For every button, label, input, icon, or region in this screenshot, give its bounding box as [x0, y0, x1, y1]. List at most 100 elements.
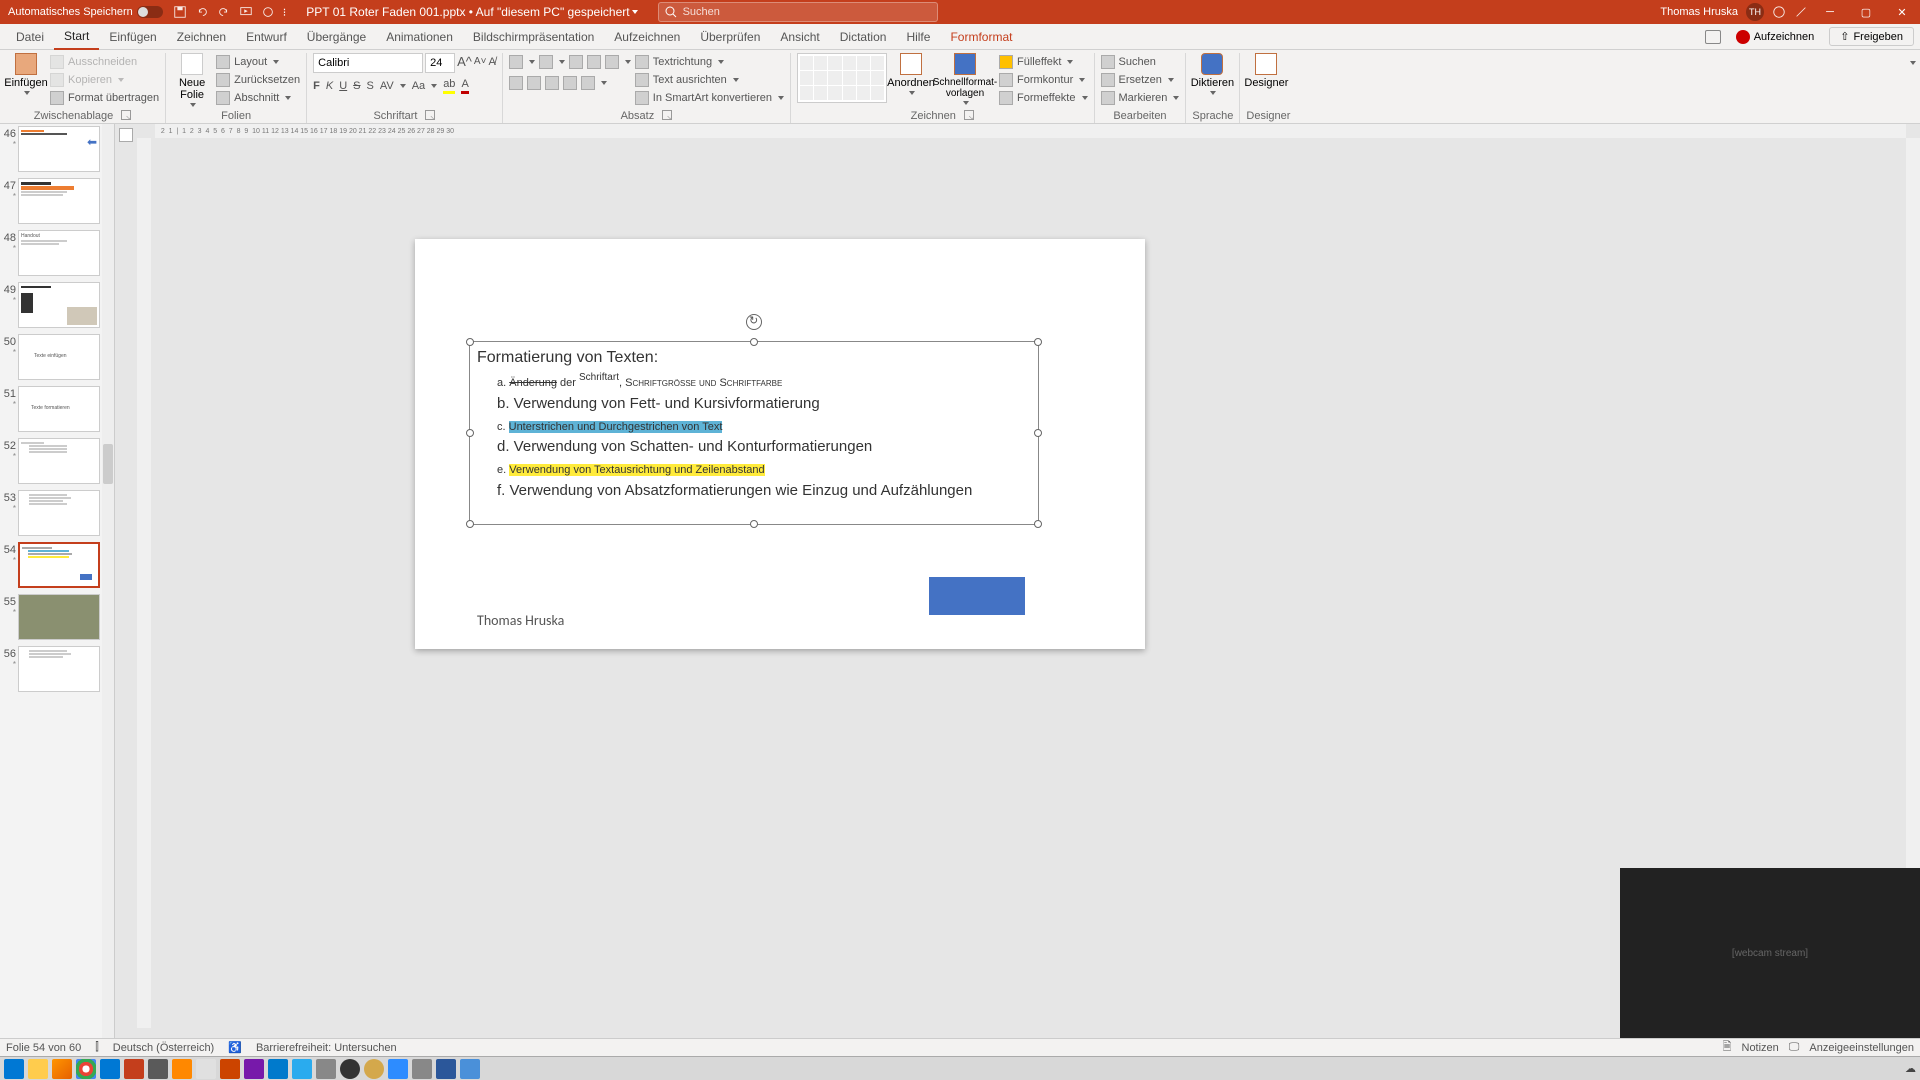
taskbar-app-icon[interactable]	[316, 1059, 336, 1079]
redo-icon[interactable]	[217, 5, 231, 19]
slide-thumbnail-52[interactable]	[18, 438, 100, 484]
display-settings-button[interactable]: Anzeigeeinstellungen	[1809, 1042, 1914, 1054]
share-button[interactable]: ⇧Freigeben	[1829, 27, 1914, 46]
slide-thumbnail-53[interactable]	[18, 490, 100, 536]
dialog-launcher-icon[interactable]	[964, 110, 974, 120]
undo-icon[interactable]	[195, 5, 209, 19]
maximize-button[interactable]: ▢	[1852, 0, 1880, 24]
shape-icon[interactable]	[857, 71, 870, 85]
minimize-button[interactable]: ─	[1816, 0, 1844, 24]
taskbar-chrome-icon[interactable]	[76, 1059, 96, 1079]
align-center-button[interactable]	[527, 74, 541, 91]
designer-button[interactable]: Designer	[1246, 53, 1286, 89]
increase-indent-button[interactable]	[587, 53, 601, 70]
collapse-ribbon-button[interactable]	[1904, 53, 1920, 123]
comments-icon[interactable]	[1705, 30, 1721, 44]
font-size-input[interactable]: 24	[425, 53, 455, 73]
section-button[interactable]: Abschnitt	[216, 89, 300, 106]
taskbar-onenote-icon[interactable]	[244, 1059, 264, 1079]
slide-thumbnail-48[interactable]: Handout	[18, 230, 100, 276]
user-name-label[interactable]: Thomas Hruska	[1660, 6, 1738, 18]
notes-button[interactable]: Notizen	[1742, 1042, 1779, 1054]
arrange-button[interactable]: Anordnen	[891, 53, 931, 95]
taskbar-app-icon[interactable]	[148, 1059, 168, 1079]
coming-soon-icon[interactable]	[1772, 5, 1786, 19]
bold-button[interactable]: F	[313, 77, 320, 94]
dialog-launcher-icon[interactable]	[121, 110, 131, 120]
reset-button[interactable]: Zurücksetzen	[216, 71, 300, 88]
resize-handle-n[interactable]	[750, 338, 758, 346]
increase-font-button[interactable]: A^	[457, 53, 472, 70]
taskbar-app-icon[interactable]	[460, 1059, 480, 1079]
slide-text-content[interactable]: Formatierung von Texten: a. Änderung der…	[477, 346, 972, 502]
strikethrough-button[interactable]: S	[353, 77, 360, 94]
touch-mode-icon[interactable]	[261, 5, 275, 19]
underline-button[interactable]: U	[339, 77, 347, 94]
shape-fill-button[interactable]: Fülleffekt	[999, 53, 1088, 70]
tab-einfuegen[interactable]: Einfügen	[99, 24, 166, 50]
replace-button[interactable]: Ersetzen	[1101, 71, 1180, 88]
taskbar-firefox-icon[interactable]	[52, 1059, 72, 1079]
slide-thumbnail-46[interactable]: ⬅	[18, 126, 100, 172]
text-direction-button[interactable]: Textrichtung	[635, 53, 784, 70]
select-button[interactable]: Markieren	[1101, 89, 1180, 106]
slide-thumbnail-pane[interactable]: 46*⬅ 47* 48*Handout 49* 50*Texte einfüge…	[0, 124, 115, 1038]
taskbar-app-icon[interactable]	[364, 1059, 384, 1079]
decrease-indent-button[interactable]	[569, 53, 583, 70]
slide-canvas[interactable]: Formatierung von Texten: a. Änderung der…	[415, 239, 1145, 649]
dialog-launcher-icon[interactable]	[662, 110, 672, 120]
tab-ueberpruefen[interactable]: Überprüfen	[690, 24, 770, 50]
smartart-button[interactable]: In SmartArt konvertieren	[635, 89, 784, 106]
tab-start[interactable]: Start	[54, 24, 99, 50]
tab-formformat[interactable]: Formformat	[940, 24, 1022, 50]
shape-effects-button[interactable]: Formeffekte	[999, 89, 1088, 106]
taskbar-app-icon[interactable]	[220, 1059, 240, 1079]
font-family-input[interactable]: Calibri	[313, 53, 423, 73]
horizontal-ruler[interactable]: 2 1 | 1 2 3 4 5 6 7 8 9 10 11 12 13 14 1…	[155, 124, 1906, 138]
paste-button[interactable]: Einfügen	[6, 53, 46, 95]
thumb-scrollbar[interactable]	[102, 124, 114, 1038]
tray-weather-icon[interactable]: ☁	[1905, 1062, 1916, 1075]
quickstyles-button[interactable]: Schnellformat- vorlagen	[935, 53, 995, 105]
taskbar-outlook-icon[interactable]	[100, 1059, 120, 1079]
tab-zeichnen[interactable]: Zeichnen	[167, 24, 236, 50]
slide-editor[interactable]: 2 1 | 1 2 3 4 5 6 7 8 9 10 11 12 13 14 1…	[115, 124, 1920, 1038]
shapes-gallery[interactable]	[797, 53, 887, 103]
taskbar-telegram-icon[interactable]	[292, 1059, 312, 1079]
slide-thumbnail-51[interactable]: Texte formatieren	[18, 386, 100, 432]
tab-uebergaenge[interactable]: Übergänge	[297, 24, 376, 50]
dialog-launcher-icon[interactable]	[425, 110, 435, 120]
outline-toggle-button[interactable]	[119, 128, 133, 142]
shape-icon[interactable]	[814, 71, 827, 85]
shape-icon[interactable]	[814, 56, 827, 70]
tab-hilfe[interactable]: Hilfe	[896, 24, 940, 50]
shape-icon[interactable]	[800, 86, 813, 100]
font-color-button[interactable]: A	[461, 77, 468, 94]
title-dropdown-icon[interactable]	[632, 10, 638, 14]
taskbar-word-icon[interactable]	[436, 1059, 456, 1079]
taskbar-vscode-icon[interactable]	[268, 1059, 288, 1079]
italic-button[interactable]: K	[326, 77, 333, 94]
tab-dictation[interactable]: Dictation	[830, 24, 897, 50]
tab-aufzeichnen[interactable]: Aufzeichnen	[604, 24, 690, 50]
resize-handle-w[interactable]	[466, 429, 474, 437]
resize-handle-sw[interactable]	[466, 520, 474, 528]
slideshow-icon[interactable]	[239, 5, 253, 19]
shape-icon[interactable]	[828, 56, 841, 70]
shape-outline-button[interactable]: Formkontur	[999, 71, 1088, 88]
numbering-button[interactable]	[539, 53, 565, 70]
shape-icon[interactable]	[871, 86, 884, 100]
resize-handle-nw[interactable]	[466, 338, 474, 346]
pen-icon[interactable]	[1794, 5, 1808, 19]
shape-icon[interactable]	[857, 56, 870, 70]
shape-icon[interactable]	[871, 71, 884, 85]
tab-datei[interactable]: Datei	[6, 24, 54, 50]
clear-formatting-button[interactable]: A̸	[488, 53, 495, 70]
align-text-button[interactable]: Text ausrichten	[635, 71, 784, 88]
taskbar-vlc-icon[interactable]	[172, 1059, 192, 1079]
resize-handle-e[interactable]	[1034, 429, 1042, 437]
align-left-button[interactable]	[509, 74, 523, 91]
tab-bildschirmpraesentation[interactable]: Bildschirmpräsentation	[463, 24, 604, 50]
highlight-color-button[interactable]: ab	[443, 77, 455, 94]
shape-icon[interactable]	[828, 86, 841, 100]
